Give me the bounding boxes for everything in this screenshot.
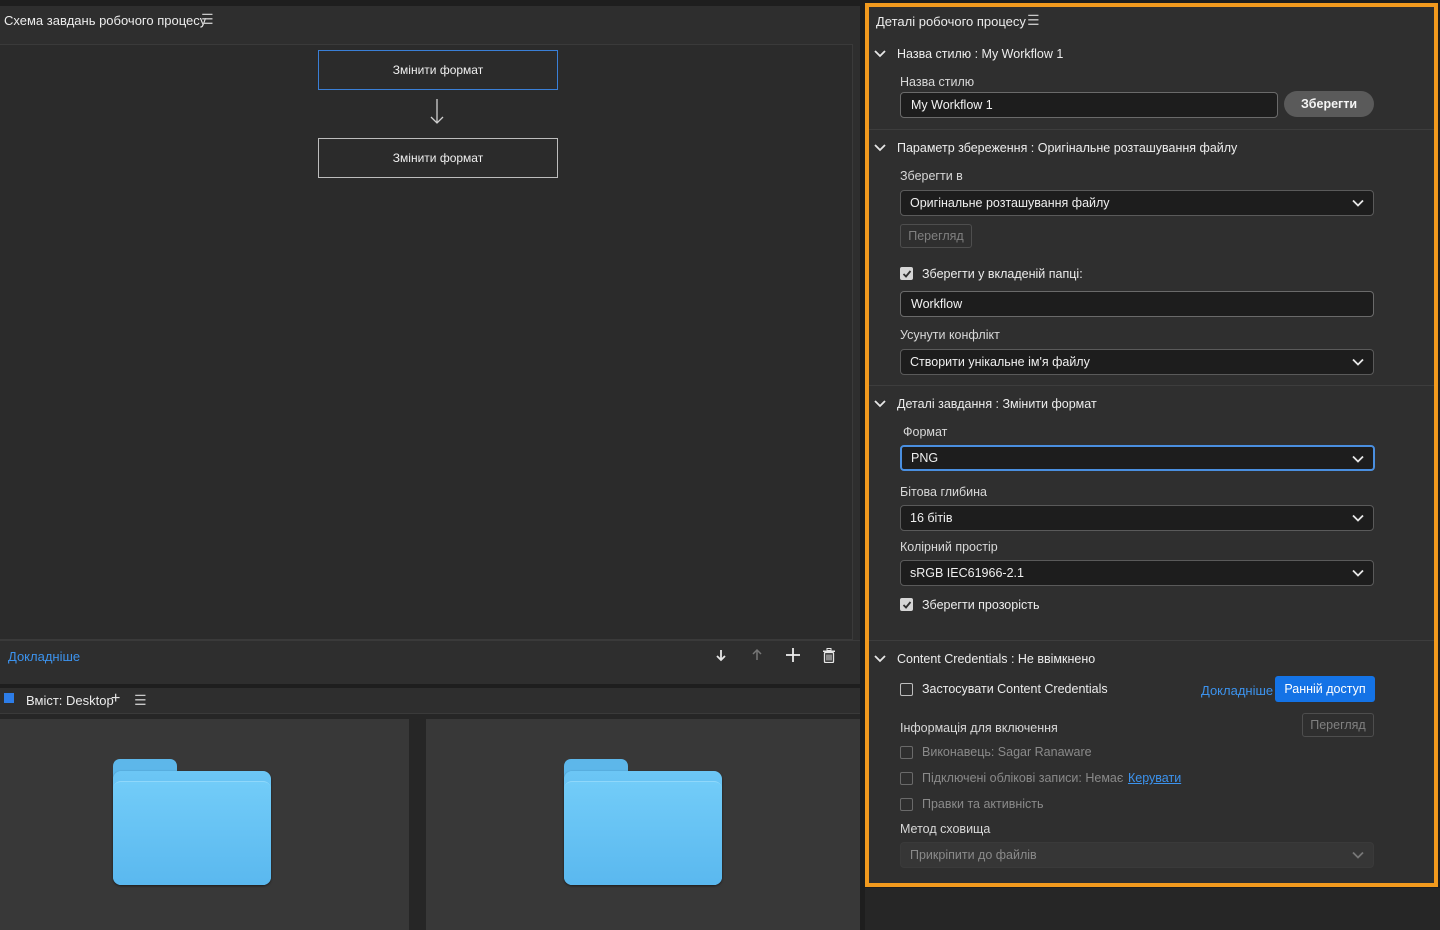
chevron-down-icon bbox=[1352, 455, 1364, 463]
color-space-label: Колірний простір bbox=[900, 540, 998, 554]
details-panel-menu-icon[interactable]: ☰ bbox=[1027, 12, 1040, 29]
folder-tile-2[interactable] bbox=[426, 719, 860, 930]
manage-accounts-link[interactable]: Керувати bbox=[1128, 771, 1181, 785]
preserve-transparency-label: Зберегти прозорість bbox=[922, 598, 1040, 612]
bit-depth-label: Бітова глибина bbox=[900, 485, 987, 499]
connected-accounts-checkbox[interactable] bbox=[900, 772, 913, 785]
cc-learn-more-link[interactable]: Докладніше bbox=[1201, 683, 1273, 698]
workflow-task-map-panel: Схема завдань робочого процесу ☰ Змінити… bbox=[0, 6, 860, 684]
style-section-title[interactable]: Назва стилю : My Workflow 1 bbox=[897, 47, 1063, 61]
chevron-down-icon[interactable] bbox=[872, 651, 888, 667]
folder-icon bbox=[564, 759, 722, 885]
save-section-title[interactable]: Параметр збереження : Оригінальне розташ… bbox=[897, 141, 1237, 155]
early-access-button[interactable]: Ранній доступ bbox=[1275, 676, 1375, 702]
color-space-value: sRGB IEC61966-2.1 bbox=[910, 566, 1024, 580]
connected-accounts-label: Підключені облікові записи: Немає bbox=[922, 771, 1124, 785]
details-panel-title: Деталі робочого процесу bbox=[876, 14, 1026, 29]
artist-checkbox[interactable] bbox=[900, 746, 913, 759]
apply-content-credentials-label: Застосувати Content Credentials bbox=[922, 682, 1108, 696]
content-credentials-section-title[interactable]: Content Credentials : Не ввімкнено bbox=[897, 652, 1095, 666]
divider bbox=[0, 640, 860, 641]
resolve-conflict-value: Створити унікальне ім'я файлу bbox=[910, 355, 1090, 369]
arrow-down-connector-icon bbox=[430, 99, 444, 124]
resolve-conflict-label: Усунути конфлікт bbox=[900, 328, 1000, 342]
chevron-down-icon[interactable] bbox=[872, 46, 888, 62]
artist-label: Виконавець: Sagar Ranaware bbox=[922, 745, 1092, 759]
bit-depth-dropdown[interactable]: 16 бітів bbox=[900, 505, 1374, 531]
checkmark-icon bbox=[902, 600, 911, 609]
divider bbox=[869, 640, 1434, 641]
resolve-conflict-dropdown[interactable]: Створити унікальне ім'я файлу bbox=[900, 349, 1374, 375]
content-panel: Вміст: Desktop + ☰ bbox=[0, 688, 860, 930]
add-content-icon[interactable]: + bbox=[111, 690, 120, 708]
storage-method-value: Прикріпити до файлів bbox=[910, 848, 1037, 862]
preserve-transparency-checkbox[interactable] bbox=[900, 598, 913, 611]
content-panel-header: Вміст: Desktop + ☰ bbox=[0, 688, 860, 714]
format-label: Формат bbox=[903, 425, 948, 439]
delete-task-icon[interactable] bbox=[818, 644, 840, 666]
save-subfolder-checkbox[interactable] bbox=[900, 267, 913, 280]
learn-more-link[interactable]: Докладніше bbox=[8, 649, 80, 664]
panel-menu-icon[interactable]: ☰ bbox=[201, 11, 214, 28]
bit-depth-value: 16 бітів bbox=[910, 511, 953, 525]
browse-button[interactable]: Перегляд bbox=[900, 224, 972, 248]
subfolder-name-input[interactable] bbox=[900, 291, 1374, 317]
include-info-label: Інформація для включення bbox=[900, 721, 1058, 735]
edits-activity-label: Правки та активність bbox=[922, 797, 1044, 811]
save-subfolder-label: Зберегти у вкладеній папці: bbox=[922, 267, 1083, 281]
panel-title: Схема завдань робочого процесу bbox=[4, 13, 207, 28]
workflow-canvas: Змінити формат Змінити формат bbox=[0, 44, 853, 640]
chevron-down-icon bbox=[1352, 358, 1364, 366]
cc-preview-button[interactable]: Перегляд bbox=[1302, 713, 1374, 737]
save-to-label: Зберегти в bbox=[900, 169, 963, 183]
save-to-value: Оригінальне розташування файлу bbox=[910, 196, 1110, 210]
edits-activity-checkbox[interactable] bbox=[900, 798, 913, 811]
folder-icon bbox=[113, 759, 271, 885]
format-value: PNG bbox=[911, 451, 939, 465]
status-strip bbox=[865, 888, 1440, 930]
add-task-icon[interactable] bbox=[782, 644, 804, 666]
content-panel-color-icon bbox=[4, 693, 14, 703]
apply-content-credentials-checkbox[interactable] bbox=[900, 683, 913, 696]
workflow-details-panel: Деталі робочого процесу ☰ Назва стилю : … bbox=[865, 3, 1438, 887]
task-node-1[interactable]: Змінити формат bbox=[318, 50, 558, 90]
format-dropdown[interactable]: PNG bbox=[900, 445, 1375, 471]
content-panel-title: Вміст: Desktop bbox=[26, 693, 114, 708]
storage-method-label: Метод сховища bbox=[900, 822, 991, 836]
task-section-title[interactable]: Деталі завдання : Змінити формат bbox=[897, 397, 1097, 411]
chevron-down-icon bbox=[1352, 569, 1364, 577]
color-space-dropdown[interactable]: sRGB IEC61966-2.1 bbox=[900, 560, 1374, 586]
chevron-down-icon bbox=[1352, 851, 1364, 859]
checkmark-icon bbox=[902, 269, 911, 278]
folder-tile-1[interactable] bbox=[0, 719, 409, 930]
storage-method-dropdown[interactable]: Прикріпити до файлів bbox=[900, 842, 1374, 868]
divider bbox=[869, 385, 1434, 386]
move-down-icon[interactable] bbox=[710, 644, 732, 666]
divider bbox=[869, 129, 1434, 130]
save-to-dropdown[interactable]: Оригінальне розташування файлу bbox=[900, 190, 1374, 216]
style-name-label: Назва стилю bbox=[900, 75, 975, 89]
chevron-down-icon bbox=[1352, 199, 1364, 207]
move-up-icon[interactable] bbox=[746, 644, 768, 666]
chevron-down-icon[interactable] bbox=[872, 396, 888, 412]
chevron-down-icon bbox=[1352, 514, 1364, 522]
chevron-down-icon[interactable] bbox=[872, 140, 888, 156]
style-name-input[interactable] bbox=[900, 92, 1278, 118]
task-node-2[interactable]: Змінити формат bbox=[318, 138, 558, 178]
content-panel-menu-icon[interactable]: ☰ bbox=[134, 692, 147, 709]
save-style-button[interactable]: Зберегти bbox=[1284, 91, 1374, 117]
